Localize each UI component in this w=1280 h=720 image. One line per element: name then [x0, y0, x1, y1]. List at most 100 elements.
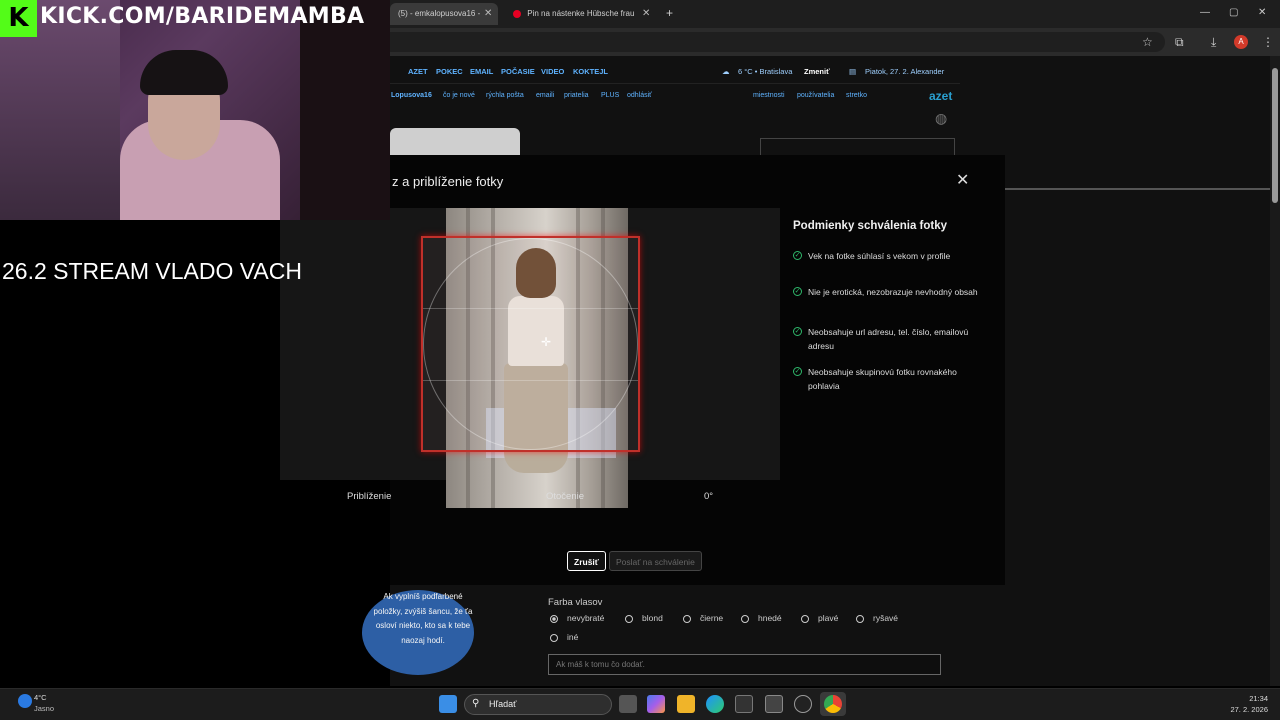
close-tab-icon[interactable]: ✕ [484, 8, 492, 19]
crop-circle-guide [423, 238, 638, 450]
stream-title: 26.2 STREAM VLADO VACH [2, 258, 302, 284]
subnav-link[interactable]: rýchla pošta [486, 92, 524, 99]
close-tab-icon[interactable]: ✕ [642, 8, 650, 19]
move-cursor-icon: ✛ [541, 335, 552, 349]
rotate-value: 0° [704, 491, 714, 502]
clock-time[interactable]: 21:34 [1228, 694, 1268, 703]
radio-icon [625, 614, 633, 623]
rotate-label: Otočenie [546, 491, 585, 502]
subnav-link[interactable]: priatelia [564, 92, 589, 99]
subnav-link[interactable]: čo je nové [443, 92, 475, 99]
subnav-username[interactable]: Lopusova16 [391, 92, 432, 99]
check-icon: ✓ [793, 367, 802, 376]
taskbar-search[interactable]: Hľadať [464, 694, 612, 715]
radio-icon [683, 614, 691, 623]
steam-icon[interactable] [794, 695, 812, 713]
check-icon: ✓ [793, 287, 802, 296]
condition-item: ✓ Neobsahuje url adresu, tel. číslo, emai… [793, 327, 969, 351]
condition-item: ✓ Nie je erotická, nezobrazuje nevhodný o… [793, 287, 978, 297]
extra-info-input[interactable]: Ak máš k tomu čo dodať. [548, 654, 941, 675]
condition-item: ✓ Neobsahuje skupinovú fotku rovnakého po… [793, 367, 957, 391]
radio-icon [801, 614, 809, 623]
weather-icon: ☁ [722, 67, 730, 76]
crop-grid-line [423, 308, 638, 309]
hair-color-label: Farba vlasov [548, 597, 603, 608]
radio-plave[interactable]: plavé [801, 613, 838, 623]
radio-hnede[interactable]: hnedé [741, 613, 782, 623]
store-icon[interactable] [735, 695, 753, 713]
subnav-link[interactable]: emaili [536, 92, 554, 99]
menu-icon[interactable]: ⋮ [1262, 35, 1274, 49]
cancel-button[interactable]: Zrušiť [567, 551, 606, 571]
divider [990, 188, 1270, 190]
nav-azet[interactable]: AZET [408, 67, 428, 76]
taskbar-weather[interactable]: Jasno [34, 704, 54, 713]
profile-avatar[interactable]: A [1234, 35, 1248, 49]
radio-cierne[interactable]: čierne [683, 613, 723, 623]
nav-pokec[interactable]: POKEC [436, 67, 463, 76]
site-date: Piatok, 27. 2. Alexander [865, 67, 945, 76]
webcam-beanie [140, 50, 228, 95]
minimize-button[interactable]: — [1200, 7, 1210, 18]
profile-actions [760, 138, 955, 156]
radio-icon [856, 614, 864, 623]
kick-logo: K [0, 0, 37, 37]
webcam-overlay [0, 0, 390, 220]
radio-selected-icon [550, 614, 558, 623]
address-bar[interactable] [390, 32, 1165, 52]
start-icon[interactable] [439, 695, 457, 713]
modal-title: z a priblíženie fotky [392, 174, 504, 189]
conditions-title: Podmienky schválenia fotky [793, 220, 948, 232]
close-window-button[interactable]: ✕ [1258, 7, 1266, 18]
taskbar-temp[interactable]: 4°C [34, 693, 47, 702]
scrollbar-thumb[interactable] [1272, 68, 1278, 203]
condition-item: ✓ Vek na fotke súhlasí s vekom v profile [793, 251, 951, 261]
nav-pocasie[interactable]: POČASIE [501, 67, 535, 76]
webcam-chair [300, 0, 390, 220]
hint-text: Ak vyplníš podfarbené položky, zvýšiš ša… [373, 592, 473, 645]
check-icon: ✓ [793, 327, 802, 336]
calendar-icon: ▤ [849, 67, 857, 76]
app-icon[interactable] [765, 695, 783, 713]
search-icon: ⚲ [472, 698, 480, 709]
chrome-icon[interactable] [824, 695, 842, 713]
radio-blond[interactable]: blond [625, 613, 663, 623]
clock-date[interactable]: 27. 2. 2026 [1218, 705, 1268, 714]
site-weather: 6 °C • Bratislava [738, 67, 793, 76]
radio-ine[interactable]: iné [550, 632, 578, 642]
subnav-link[interactable]: PLUS [601, 92, 619, 99]
task-view-icon[interactable] [619, 695, 637, 713]
subnav-link[interactable]: miestnosti [753, 92, 785, 99]
pinterest-icon [513, 9, 521, 18]
new-tab-button[interactable]: + [666, 6, 673, 20]
tab-label: Pin na nástenke Hübsche frau [527, 9, 635, 18]
azet-logo[interactable]: azet [929, 89, 952, 103]
file-explorer-icon[interactable] [677, 695, 695, 713]
radio-rysave[interactable]: ryšavé [856, 613, 898, 623]
tab-emkalopusova[interactable]: (5) - emkalopusova16 - [390, 3, 498, 25]
conditions-panel: Podmienky schválenia fotky [793, 220, 993, 232]
subnav-link[interactable]: stretko [846, 92, 867, 99]
palette-icon[interactable]: ◍ [935, 110, 947, 127]
profile-photo-placeholder [390, 128, 520, 156]
download-icon[interactable]: ⤓ [1211, 35, 1216, 50]
submit-for-approval-button[interactable]: Poslať na schválenie [609, 551, 702, 571]
subnav-link[interactable]: odhlásiť [627, 92, 652, 99]
edge-icon[interactable] [706, 695, 724, 713]
subnav-link[interactable]: používatelia [797, 92, 834, 99]
weather-change-link[interactable]: Zmeniť [804, 67, 830, 76]
nav-email[interactable]: EMAIL [470, 67, 493, 76]
tab-label: (5) - emkalopusova16 - [398, 9, 481, 18]
check-icon: ✓ [793, 251, 802, 260]
nav-koktejl[interactable]: KOKTEJL [573, 67, 608, 76]
close-icon[interactable]: ✕ [956, 170, 969, 190]
radio-nevybrate[interactable]: nevybraté [550, 613, 604, 623]
nav-video[interactable]: VIDEO [541, 67, 564, 76]
copilot-icon[interactable] [647, 695, 665, 713]
radio-icon [741, 614, 749, 623]
extensions-icon[interactable]: ⧉ [1175, 35, 1184, 50]
tab-pinterest[interactable]: Pin na nástenke Hübsche frau [505, 3, 655, 25]
maximize-button[interactable]: ▢ [1229, 7, 1238, 18]
bookmark-star-icon[interactable]: ☆ [1142, 35, 1153, 49]
weather-widget-icon[interactable] [18, 694, 32, 708]
